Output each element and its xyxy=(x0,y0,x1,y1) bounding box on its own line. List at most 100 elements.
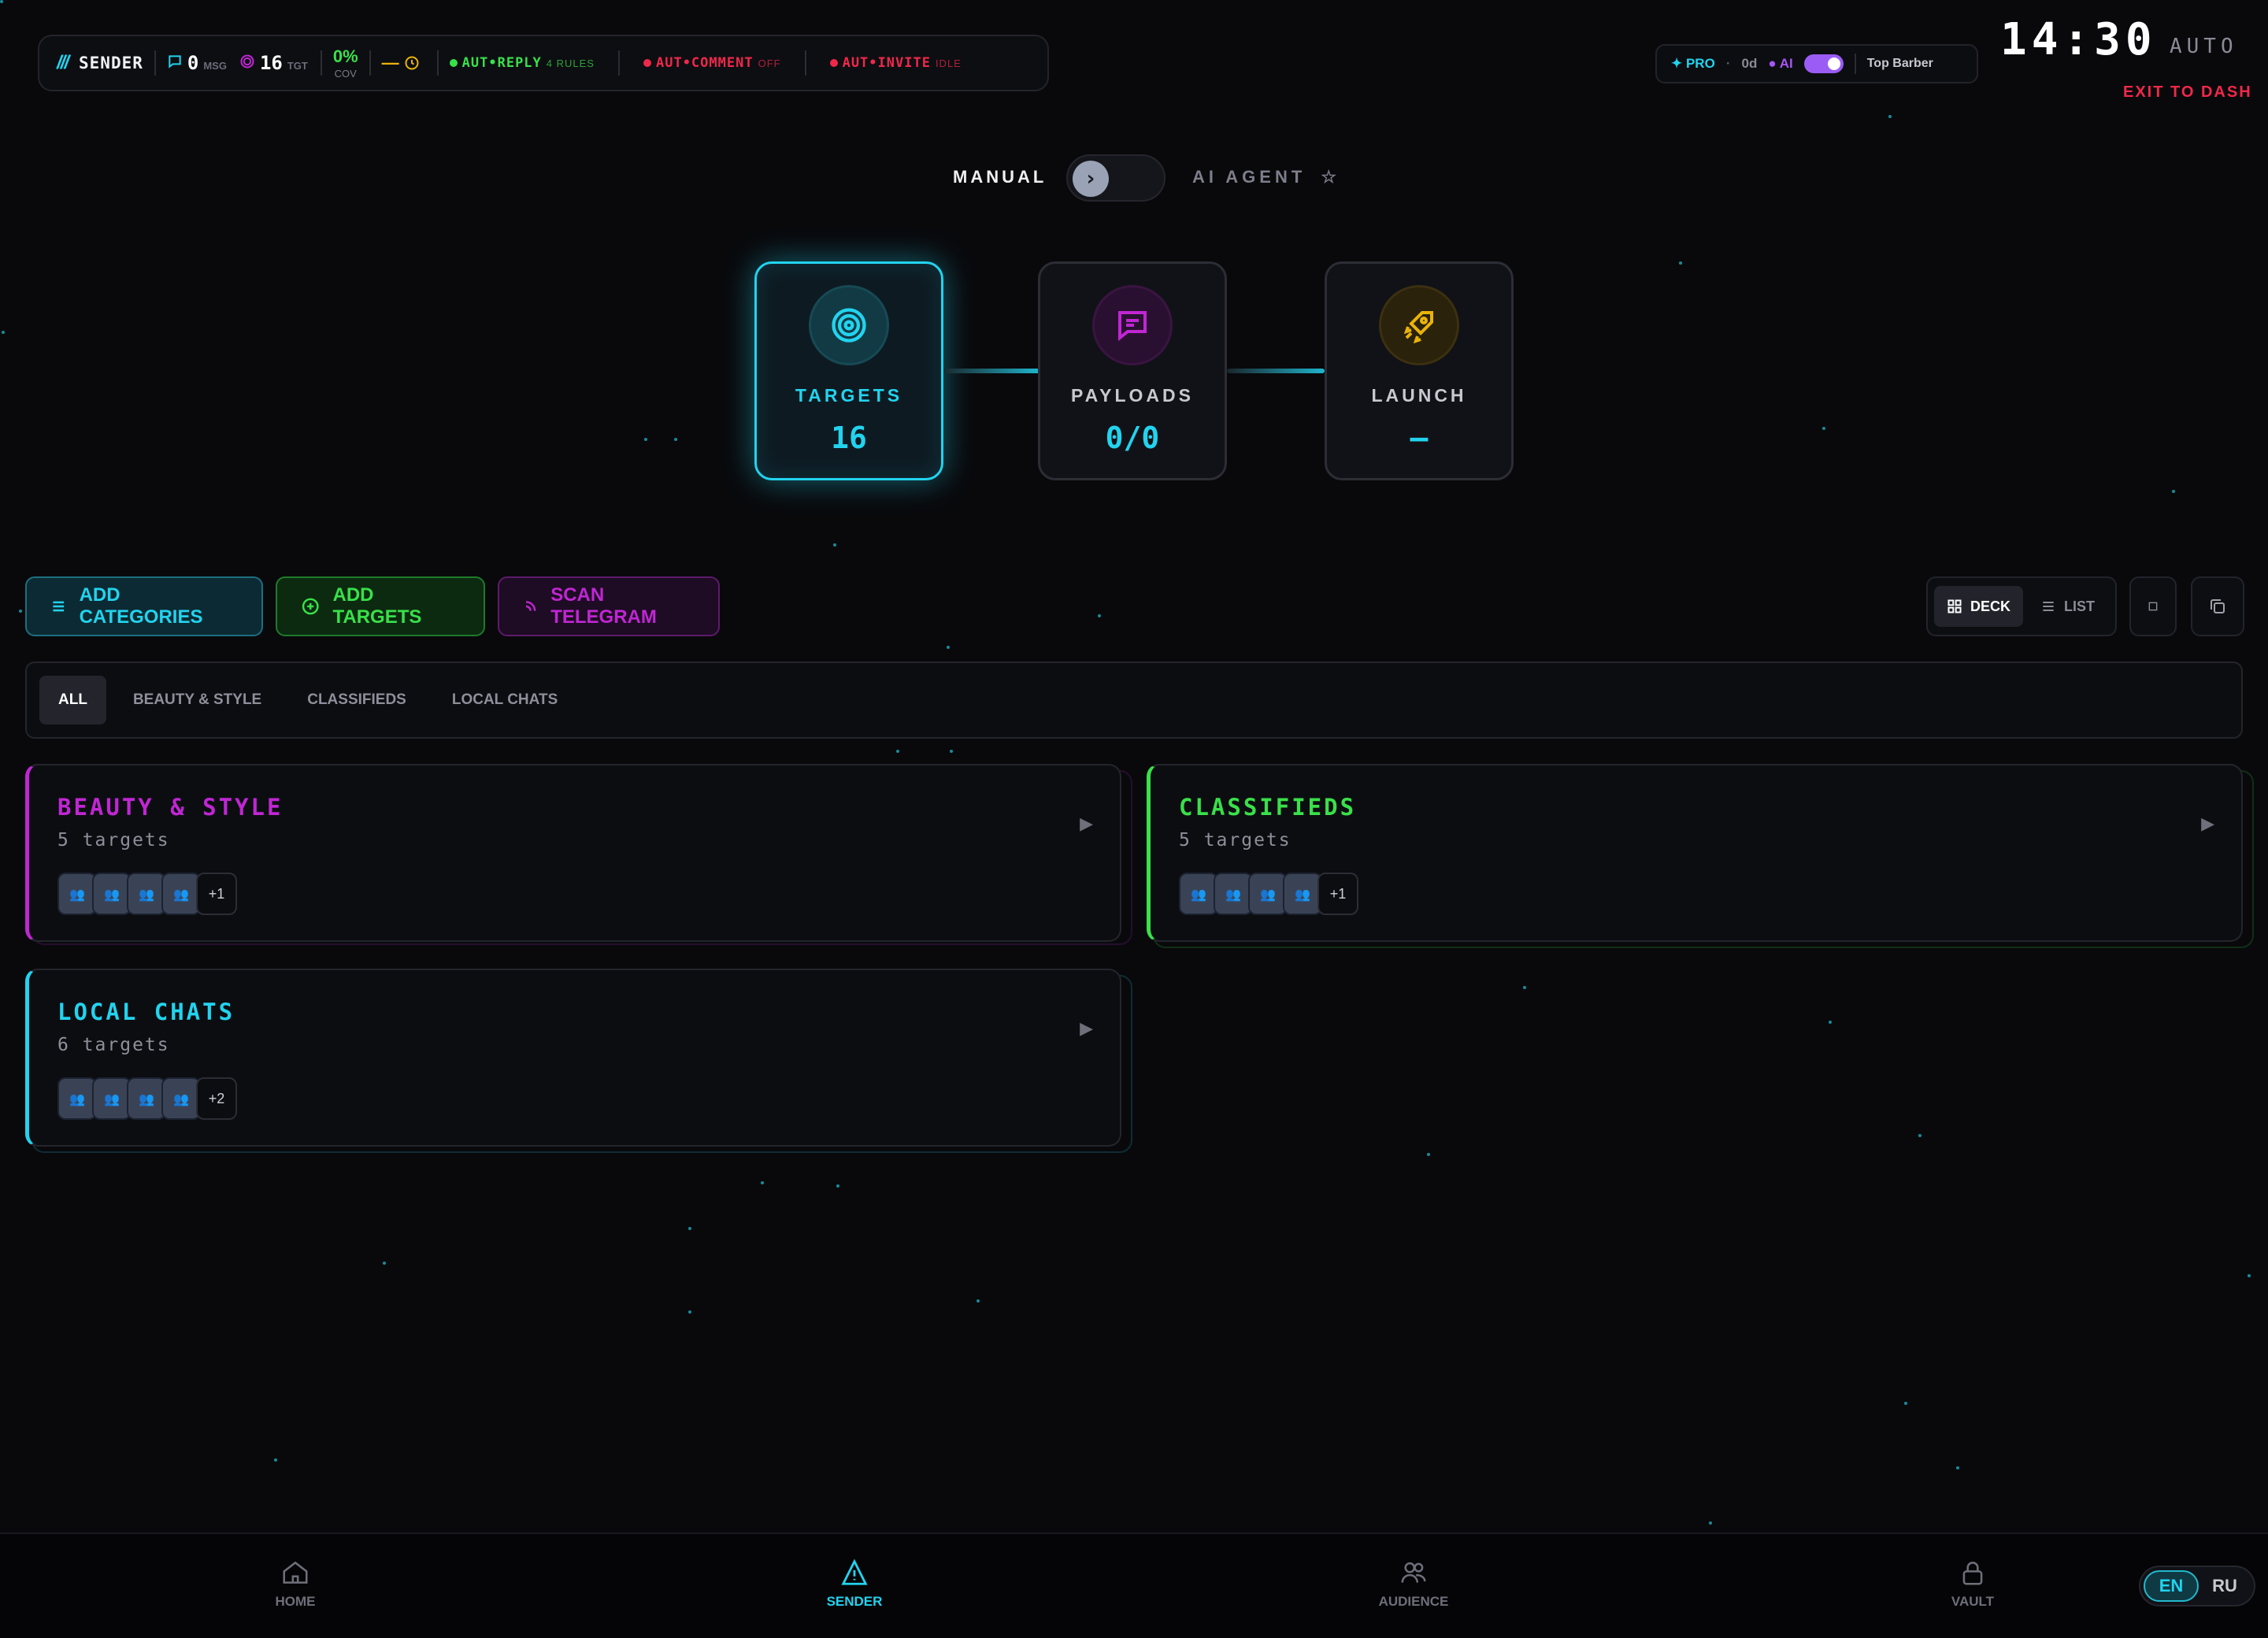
list-label: LIST xyxy=(2064,598,2096,614)
group-avatar-icon: 👥 xyxy=(1248,873,1288,915)
messages-unit: MSG xyxy=(203,60,227,72)
group-avatar-icon: 👥 xyxy=(1179,873,1218,915)
tab-classifieds[interactable]: CLASSIFIEDS xyxy=(288,676,425,724)
step-label: TARGETS xyxy=(795,385,903,406)
list-icon xyxy=(2043,602,2054,611)
auto-invite-label: AUT•INVITE xyxy=(842,55,931,71)
copy-button[interactable] xyxy=(2191,576,2244,636)
auto-comment-state: OFF xyxy=(758,57,781,69)
star-icon: ☆ xyxy=(1321,167,1337,187)
divider xyxy=(617,50,620,76)
step-launch[interactable]: LAUNCH — xyxy=(1325,261,1514,480)
list-view-button[interactable]: LIST xyxy=(2028,586,2107,627)
plan-bar: ✦ PRO · 0d ● AI Top Barber xyxy=(1655,44,1978,83)
tab-local-chats[interactable]: LOCAL CHATS xyxy=(433,676,576,724)
language-switcher: EN RU xyxy=(2139,1566,2255,1606)
more-count-badge: +2 xyxy=(196,1077,237,1120)
card-title: BEAUTY & STYLE xyxy=(57,794,284,821)
app-logo: /// xyxy=(57,52,69,73)
category-card-local-chats[interactable]: LOCAL CHATS 6 targets ▶ 👥 👥 👥 👥 +2 xyxy=(25,969,1121,1147)
days-left: 0d xyxy=(1741,56,1758,71)
send-triangle-icon xyxy=(841,1558,868,1585)
step-label: LAUNCH xyxy=(1371,385,1467,406)
targets-unit: TGT xyxy=(287,60,308,72)
tab-beauty-style[interactable]: BEAUTY & STYLE xyxy=(114,676,280,724)
play-icon[interactable]: ▶ xyxy=(2201,814,2214,834)
step-payloads[interactable]: PAYLOADS 0/0 xyxy=(1038,261,1227,480)
home-icon xyxy=(283,1561,308,1584)
category-card-beauty-style[interactable]: BEAUTY & STYLE 5 targets ▶ 👥 👥 👥 👥 +1 xyxy=(25,764,1121,942)
coverage-value: 0% xyxy=(332,46,358,66)
coverage-stat: 0% COV xyxy=(332,46,358,80)
group-avatar-icon: 👥 xyxy=(57,1077,97,1120)
mode-manual-label[interactable]: MANUAL xyxy=(953,167,1047,187)
nav-label: VAULT xyxy=(1951,1594,1995,1609)
step-label: PAYLOADS xyxy=(1071,385,1194,406)
more-count-badge: +1 xyxy=(1317,873,1358,915)
step-connector xyxy=(1227,369,1325,373)
step-targets[interactable]: TARGETS 16 xyxy=(754,261,943,480)
copy-icon xyxy=(2211,599,2225,613)
exit-to-dash-link[interactable]: EXIT TO DASH xyxy=(2123,83,2252,102)
status-dot xyxy=(829,59,838,67)
nav-home[interactable]: HOME xyxy=(217,1558,374,1610)
card-title: LOCAL CHATS xyxy=(57,999,235,1025)
clock: 14:30 xyxy=(2000,14,2157,65)
scan-telegram-button[interactable]: SCAN TELEGRAM xyxy=(498,576,720,636)
ai-toggle[interactable] xyxy=(1803,54,1844,73)
status-bar: /// SENDER 0 MSG 16 TGT 0% COV — AUT•REP… xyxy=(38,35,1049,91)
nav-label: HOME xyxy=(275,1594,316,1609)
add-categories-label: ADD CATEGORIES xyxy=(79,584,203,628)
view-toggle: DECK LIST xyxy=(1926,576,2117,636)
ai-label: ● AI xyxy=(1768,56,1793,71)
scan-telegram-label: SCAN TELEGRAM xyxy=(550,584,657,628)
account-name[interactable]: Top Barber xyxy=(1867,57,1933,71)
select-square-button[interactable] xyxy=(2129,576,2177,636)
group-avatar-icon: 👥 xyxy=(127,1077,166,1120)
nav-sender[interactable]: SENDER xyxy=(776,1558,933,1610)
nav-audience[interactable]: AUDIENCE xyxy=(1335,1558,1492,1610)
mode-ai-agent-label[interactable]: AI AGENT ☆ xyxy=(1192,167,1336,187)
category-card-classifieds[interactable]: CLASSIFIEDS 5 targets ▶ 👥 👥 👥 👥 +1 xyxy=(1147,764,2243,942)
card-target-count: 5 targets xyxy=(1179,830,1292,850)
auto-label: AUTO xyxy=(2170,35,2238,58)
lang-ru-button[interactable]: RU xyxy=(2199,1570,2251,1602)
timer-value: — xyxy=(381,53,399,72)
bottom-navigation: HOME SENDER AUDIENCE VAULT xyxy=(0,1532,2268,1638)
nav-vault[interactable]: VAULT xyxy=(1894,1558,2051,1610)
coverage-unit: COV xyxy=(334,67,357,80)
more-count-badge: +1 xyxy=(196,873,237,915)
auto-invite-state: IDLE xyxy=(935,57,962,69)
add-targets-button[interactable]: ADD TARGETS xyxy=(276,576,485,636)
auto-reply-state: 4 RULES xyxy=(546,57,595,69)
status-dot xyxy=(449,59,458,67)
group-avatar-icon: 👥 xyxy=(161,1077,201,1120)
target-icon xyxy=(811,287,887,363)
messages-count: 0 xyxy=(187,52,199,74)
deck-view-button[interactable]: DECK xyxy=(1934,586,2024,627)
grid-icon xyxy=(1947,599,1962,613)
clock-icon xyxy=(405,56,419,70)
messages-stat: 0 MSG xyxy=(167,52,227,74)
step-value: — xyxy=(1410,421,1429,455)
users-icon xyxy=(1401,1562,1426,1583)
ai-agent-text: AI AGENT xyxy=(1192,167,1306,187)
card-target-count: 6 targets xyxy=(57,1035,170,1055)
divider xyxy=(154,50,156,76)
divider xyxy=(1854,54,1856,74)
play-icon[interactable]: ▶ xyxy=(1080,1019,1093,1039)
auto-reply-status[interactable]: AUT•REPLY 4 RULES xyxy=(449,55,595,71)
add-categories-button[interactable]: ADD CATEGORIES xyxy=(25,576,263,636)
auto-comment-status[interactable]: AUT•COMMENT OFF xyxy=(643,55,781,71)
auto-invite-status[interactable]: AUT•INVITE IDLE xyxy=(829,55,962,71)
mode-switch[interactable]: › xyxy=(1066,154,1166,202)
rocket-icon xyxy=(1381,287,1457,363)
app-title: SENDER xyxy=(79,54,143,72)
tab-all[interactable]: ALL xyxy=(39,676,106,724)
pro-badge[interactable]: ✦ PRO xyxy=(1671,56,1715,72)
lang-en-button[interactable]: EN xyxy=(2144,1570,2199,1602)
card-target-count: 5 targets xyxy=(57,830,170,850)
group-avatar-icon: 👥 xyxy=(161,873,201,915)
list-icon xyxy=(53,601,65,612)
play-icon[interactable]: ▶ xyxy=(1080,814,1093,834)
